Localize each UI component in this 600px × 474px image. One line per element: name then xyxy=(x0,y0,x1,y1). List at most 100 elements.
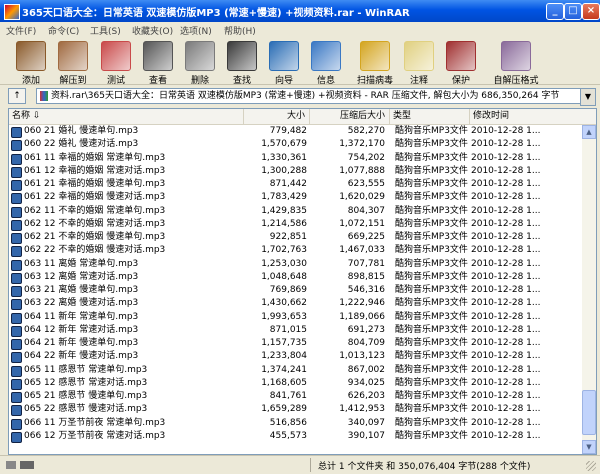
address-bar: ↑ 资料.rar\365天口语大全：日常英语 双速模仿版MP3 (常速+慢速) … xyxy=(0,86,600,106)
address-field[interactable]: 资料.rar\365天口语大全：日常英语 双速模仿版MP3 (常速+慢速) +视… xyxy=(36,88,581,104)
file-row[interactable]: 060 21 婚礼 慢速单句.mp3 779,482 582,270 酷狗音乐MP3文… xyxy=(9,125,581,138)
file-modified: 2010-12-28 1... xyxy=(471,152,541,163)
mp3-file-icon xyxy=(11,431,22,443)
scroll-down-button[interactable]: ▼ xyxy=(582,440,596,454)
menu-help[interactable]: 帮助(H) xyxy=(224,24,256,37)
file-row[interactable]: 065 22 感恩节 慢速对话.mp3 1,659,289 1,412,953 酷狗音… xyxy=(9,403,581,417)
file-size: 1,659,289 xyxy=(261,404,307,415)
resize-grip[interactable] xyxy=(586,461,596,471)
menu-favorites[interactable]: 收藏夹(O) xyxy=(132,24,173,37)
file-row[interactable]: 063 12 离婚 常速对话.mp3 1,048,648 898,815 酷狗音乐MP… xyxy=(9,271,581,284)
file-packed-size: 626,203 xyxy=(347,391,385,401)
file-name: 065 21 感恩节 慢速单句.mp3 xyxy=(24,391,148,401)
file-row[interactable]: 062 22 不幸的婚姻 慢速对话.mp3 1,702,763 1,467,033 酷… xyxy=(9,244,581,258)
vertical-scrollbar[interactable]: ▲ ▼ xyxy=(582,125,596,454)
address-dropdown-button[interactable]: ▼ xyxy=(580,88,596,106)
column-packed[interactable]: 压缩后大小 xyxy=(310,109,390,124)
file-list[interactable]: 名称 ⇩ 大小 压缩后大小 类型 修改时间 060 21 婚礼 慢速单句.mp3… xyxy=(8,108,597,455)
file-size: 1,783,429 xyxy=(261,192,307,203)
scroll-up-button[interactable]: ▲ xyxy=(582,125,596,139)
file-type: 酷狗音乐MP3文件 xyxy=(395,298,468,309)
file-name: 064 12 新年 常速对话.mp3 xyxy=(24,324,139,335)
file-row[interactable]: 063 22 离婚 慢速对话.mp3 1,430,662 1,222,946 酷狗音乐… xyxy=(9,297,581,311)
mp3-file-icon xyxy=(11,392,22,403)
file-size: 1,374,241 xyxy=(261,364,307,375)
mp3-file-icon xyxy=(11,127,22,138)
mp3-file-icon xyxy=(11,206,22,218)
file-name: 065 12 感恩节 常速对话.mp3 xyxy=(24,377,148,388)
file-row[interactable]: 065 12 感恩节 常速对话.mp3 1,168,605 934,025 酷狗音乐M… xyxy=(9,377,581,390)
file-row[interactable]: 064 22 新年 慢速对话.mp3 1,233,804 1,013,123 酷狗音乐… xyxy=(9,350,581,364)
column-modified[interactable]: 修改时间 xyxy=(470,109,596,124)
file-row[interactable]: 064 11 新年 常速单句.mp3 1,993,653 1,189,066 酷狗音乐… xyxy=(9,311,581,324)
file-type: 酷狗音乐MP3文件 xyxy=(395,271,468,282)
file-row[interactable]: 064 12 新年 常速对话.mp3 871,015 691,273 酷狗音乐MP3文… xyxy=(9,324,581,337)
file-row[interactable]: 061 11 幸福的婚姻 常速单句.mp3 1,330,361 754,202 酷狗音… xyxy=(9,152,581,165)
status-bar: 总计 1 个文件夹 和 350,076,404 字节(288 个文件) xyxy=(0,455,600,474)
file-row[interactable]: 061 22 幸福的婚姻 慢速对话.mp3 1,783,429 1,620,029 酷… xyxy=(9,191,581,205)
file-packed-size: 1,467,033 xyxy=(339,245,385,256)
file-packed-size: 340,097 xyxy=(347,417,385,428)
title-bar[interactable]: 365天口语大全：日常英语 双速模仿版MP3 (常速+慢速) +视频资料.rar… xyxy=(0,0,600,22)
status-icons xyxy=(6,459,36,471)
file-modified: 2010-12-28 1... xyxy=(471,377,541,388)
file-row[interactable]: 066 11 万圣节前夜 常速单句.mp3 516,856 340,097 酷狗音乐M… xyxy=(9,417,581,430)
file-row[interactable]: 063 11 离婚 常速单句.mp3 1,253,030 707,781 酷狗音乐MP… xyxy=(9,258,581,271)
file-row[interactable]: 061 21 幸福的婚姻 慢速单句.mp3 871,442 623,555 酷狗音乐M… xyxy=(9,178,581,191)
file-packed-size: 804,709 xyxy=(347,338,385,348)
menu-file[interactable]: 文件(F) xyxy=(6,24,36,37)
file-size: 1,048,648 xyxy=(261,271,307,282)
file-size: 841,761 xyxy=(269,391,307,401)
file-type: 酷狗音乐MP3文件 xyxy=(395,245,468,256)
file-name: 063 12 离婚 常速对话.mp3 xyxy=(24,271,139,282)
column-name[interactable]: 名称 ⇩ xyxy=(9,109,244,124)
file-packed-size: 867,002 xyxy=(347,364,385,375)
minimize-button[interactable]: _ xyxy=(546,3,564,20)
close-button[interactable]: × xyxy=(582,3,600,20)
file-type: 酷狗音乐MP3文件 xyxy=(395,391,468,401)
file-row[interactable]: 063 21 离婚 慢速单句.mp3 769,869 546,316 酷狗音乐MP3文… xyxy=(9,284,581,297)
info-button[interactable]: 信息 xyxy=(301,40,351,86)
file-name: 064 11 新年 常速单句.mp3 xyxy=(24,311,139,322)
up-folder-button[interactable]: ↑ xyxy=(8,88,26,104)
file-packed-size: 1,620,029 xyxy=(339,192,385,203)
file-name: 060 21 婚礼 慢速单句.mp3 xyxy=(24,126,139,136)
file-row[interactable]: 060 22 婚礼 慢速对话.mp3 1,570,679 1,372,170 酷狗音乐… xyxy=(9,138,581,152)
file-modified: 2010-12-28 1... xyxy=(471,165,541,176)
file-modified: 2010-12-28 1... xyxy=(471,298,541,309)
menu-bar: 文件(F) 命令(C) 工具(S) 收藏夹(O) 选项(N) 帮助(H) xyxy=(0,22,600,38)
file-row[interactable]: 065 21 感恩节 慢速单句.mp3 841,761 626,203 酷狗音乐MP3… xyxy=(9,390,581,403)
maximize-button[interactable]: □ xyxy=(564,3,582,20)
file-row[interactable]: 062 11 不幸的婚姻 常速单句.mp3 1,429,835 804,307 酷狗音… xyxy=(9,205,581,218)
file-size: 871,442 xyxy=(269,179,307,189)
file-type: 酷狗音乐MP3文件 xyxy=(395,205,468,216)
menu-tools[interactable]: 工具(S) xyxy=(90,24,121,37)
file-row[interactable]: 062 12 不幸的婚姻 常速对话.mp3 1,214,586 1,072,151 酷… xyxy=(9,218,581,231)
column-size[interactable]: 大小 xyxy=(244,109,310,124)
file-row[interactable]: 062 21 不幸的婚姻 慢速单句.mp3 922,851 669,225 酷狗音乐M… xyxy=(9,231,581,244)
mp3-file-icon xyxy=(11,378,22,390)
column-type[interactable]: 类型 xyxy=(390,109,470,124)
file-modified: 2010-12-28 1... xyxy=(471,417,541,428)
file-row[interactable]: 066 12 万圣节前夜 常速对话.mp3 455,573 390,107 酷狗音乐M… xyxy=(9,430,581,443)
status-text: 总计 1 个文件夹 和 350,076,404 字节(288 个文件) xyxy=(318,462,531,472)
menu-commands[interactable]: 命令(C) xyxy=(48,24,79,37)
file-row[interactable]: 064 21 新年 慢速单句.mp3 1,157,735 804,709 酷狗音乐MP… xyxy=(9,337,581,350)
file-row[interactable]: 065 11 感恩节 常速单句.mp3 1,374,241 867,002 酷狗音乐M… xyxy=(9,364,581,377)
file-row[interactable]: 061 12 幸福的婚姻 常速对话.mp3 1,300,288 1,077,888 酷… xyxy=(9,165,581,178)
menu-options[interactable]: 选项(N) xyxy=(180,24,212,37)
virus-scan-button[interactable]: 扫描病毒 xyxy=(350,40,400,86)
file-type: 酷狗音乐MP3文件 xyxy=(395,285,468,295)
scroll-thumb[interactable] xyxy=(582,390,596,435)
mp3-file-icon xyxy=(11,405,22,417)
protect-button[interactable]: 保护 xyxy=(436,40,486,86)
file-type: 酷狗音乐MP3文件 xyxy=(395,179,468,189)
file-size: 1,430,662 xyxy=(261,298,307,309)
mp3-file-icon xyxy=(11,259,22,271)
file-name: 062 11 不幸的婚姻 常速单句.mp3 xyxy=(24,205,166,216)
file-packed-size: 934,025 xyxy=(347,377,385,388)
winrar-app-icon[interactable] xyxy=(4,4,20,20)
file-type: 酷狗音乐MP3文件 xyxy=(395,417,468,428)
sfx-button[interactable]: 自解压格式 xyxy=(484,40,548,86)
file-name: 063 22 离婚 慢速对话.mp3 xyxy=(24,298,139,309)
